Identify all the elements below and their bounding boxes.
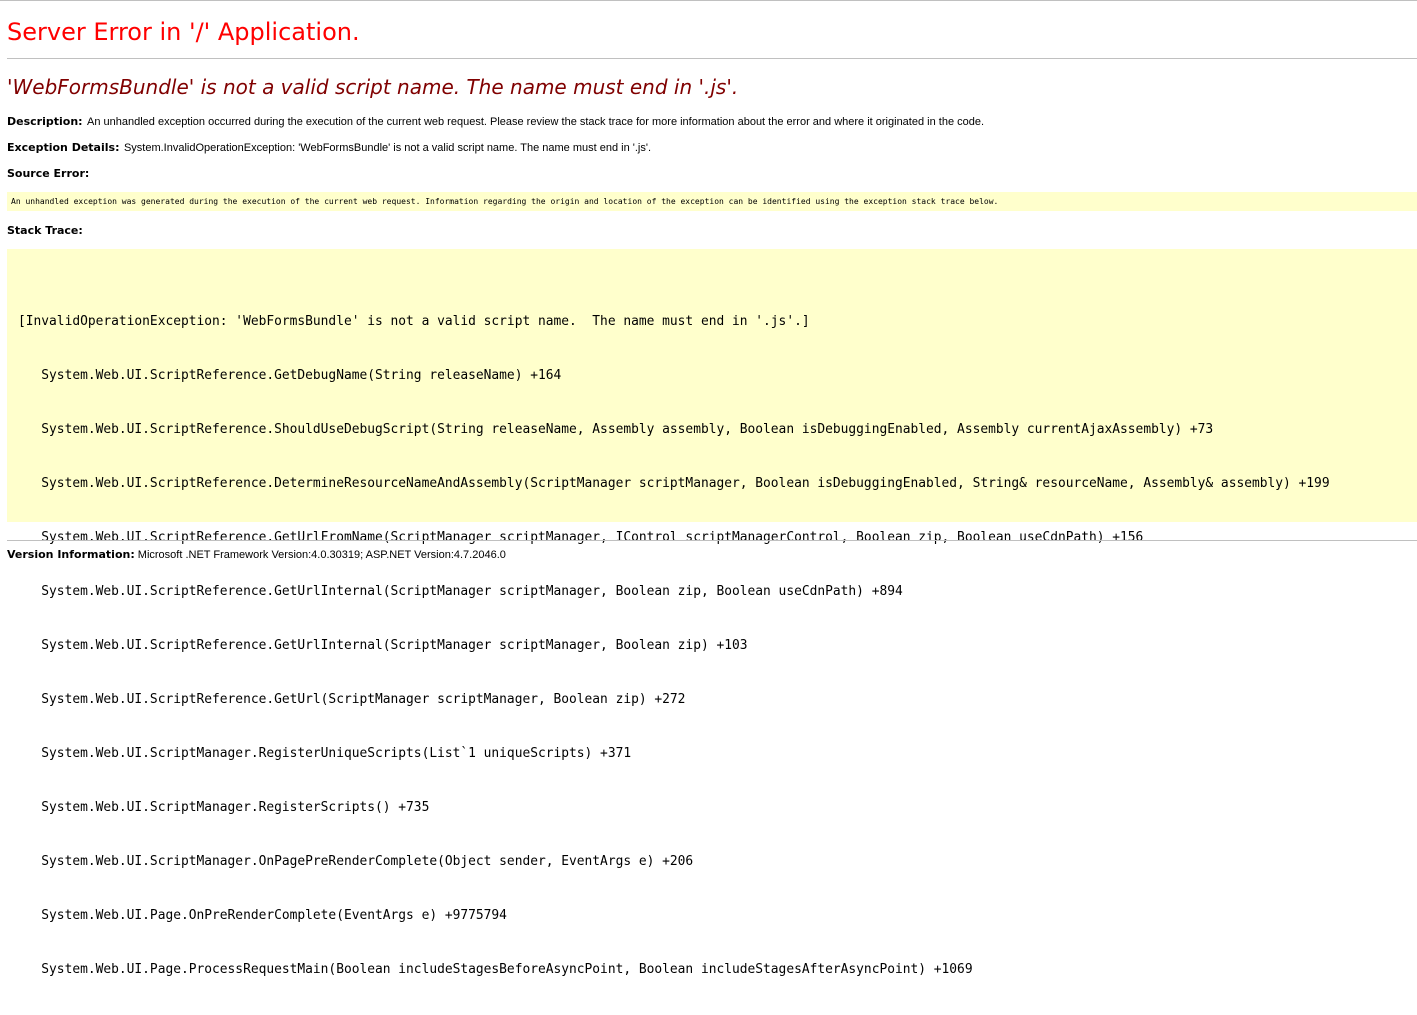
footer-divider xyxy=(7,540,1417,541)
description-row: Description: An unhandled exception occu… xyxy=(7,113,984,130)
stack-trace-line: System.Web.UI.Page.OnPreRenderComplete(E… xyxy=(18,908,507,923)
error-message: 'WebFormsBundle' is not a valid script n… xyxy=(7,75,739,99)
stack-trace-row: Stack Trace: xyxy=(7,222,83,239)
title-divider xyxy=(7,58,1417,59)
stack-trace-line: System.Web.UI.ScriptReference.GetDebugNa… xyxy=(18,368,562,383)
top-divider xyxy=(0,0,1417,1)
stack-trace-line: System.Web.UI.ScriptReference.GetUrlFrom… xyxy=(18,530,1144,545)
stack-trace-line: System.Web.UI.ScriptReference.DetermineR… xyxy=(18,476,1330,491)
stack-trace-line: System.Web.UI.ScriptReference.GetUrlInte… xyxy=(18,638,748,653)
exception-details-label: Exception Details: xyxy=(7,141,120,154)
version-info-label: Version Information: xyxy=(7,548,135,561)
stack-trace-line: System.Web.UI.ScriptManager.OnPagePreRen… xyxy=(18,854,694,869)
stack-trace-box: [InvalidOperationException: 'WebFormsBun… xyxy=(7,249,1417,977)
version-info-row: Version Information: Microsoft .NET Fram… xyxy=(7,546,506,563)
source-error-label: Source Error: xyxy=(7,167,90,180)
stack-trace-text: [InvalidOperationException: 'WebFormsBun… xyxy=(18,277,1330,1015)
page-title: Server Error in '/' Application. xyxy=(7,18,360,46)
stack-trace-line: System.Web.UI.ScriptManager.RegisterUniq… xyxy=(18,746,632,761)
source-error-text: An unhandled exception was generated dur… xyxy=(11,197,999,206)
exception-details-row: Exception Details: System.InvalidOperati… xyxy=(7,139,651,156)
exception-details-text: System.InvalidOperationException: 'WebFo… xyxy=(123,142,652,154)
source-error-row: Source Error: xyxy=(7,165,89,182)
description-label: Description: xyxy=(7,115,83,128)
version-info-text: Microsoft .NET Framework Version:4.0.303… xyxy=(134,549,506,561)
stack-trace-line: System.Web.UI.ScriptManager.RegisterScri… xyxy=(18,800,430,815)
source-error-box: An unhandled exception was generated dur… xyxy=(7,192,1417,211)
stack-trace-line: System.Web.UI.ScriptReference.ShouldUseD… xyxy=(18,422,1214,437)
stack-trace-line: System.Web.UI.Page.ProcessRequestMain(Bo… xyxy=(18,962,973,977)
description-text: An unhandled exception occurred during t… xyxy=(87,116,985,128)
stack-trace-line: [InvalidOperationException: 'WebFormsBun… xyxy=(18,314,810,329)
stack-trace-label: Stack Trace: xyxy=(7,224,83,237)
stack-trace-line: System.Web.UI.ScriptReference.GetUrl(Scr… xyxy=(18,692,686,707)
stack-trace-line: System.Web.UI.ScriptReference.GetUrlInte… xyxy=(18,584,903,599)
